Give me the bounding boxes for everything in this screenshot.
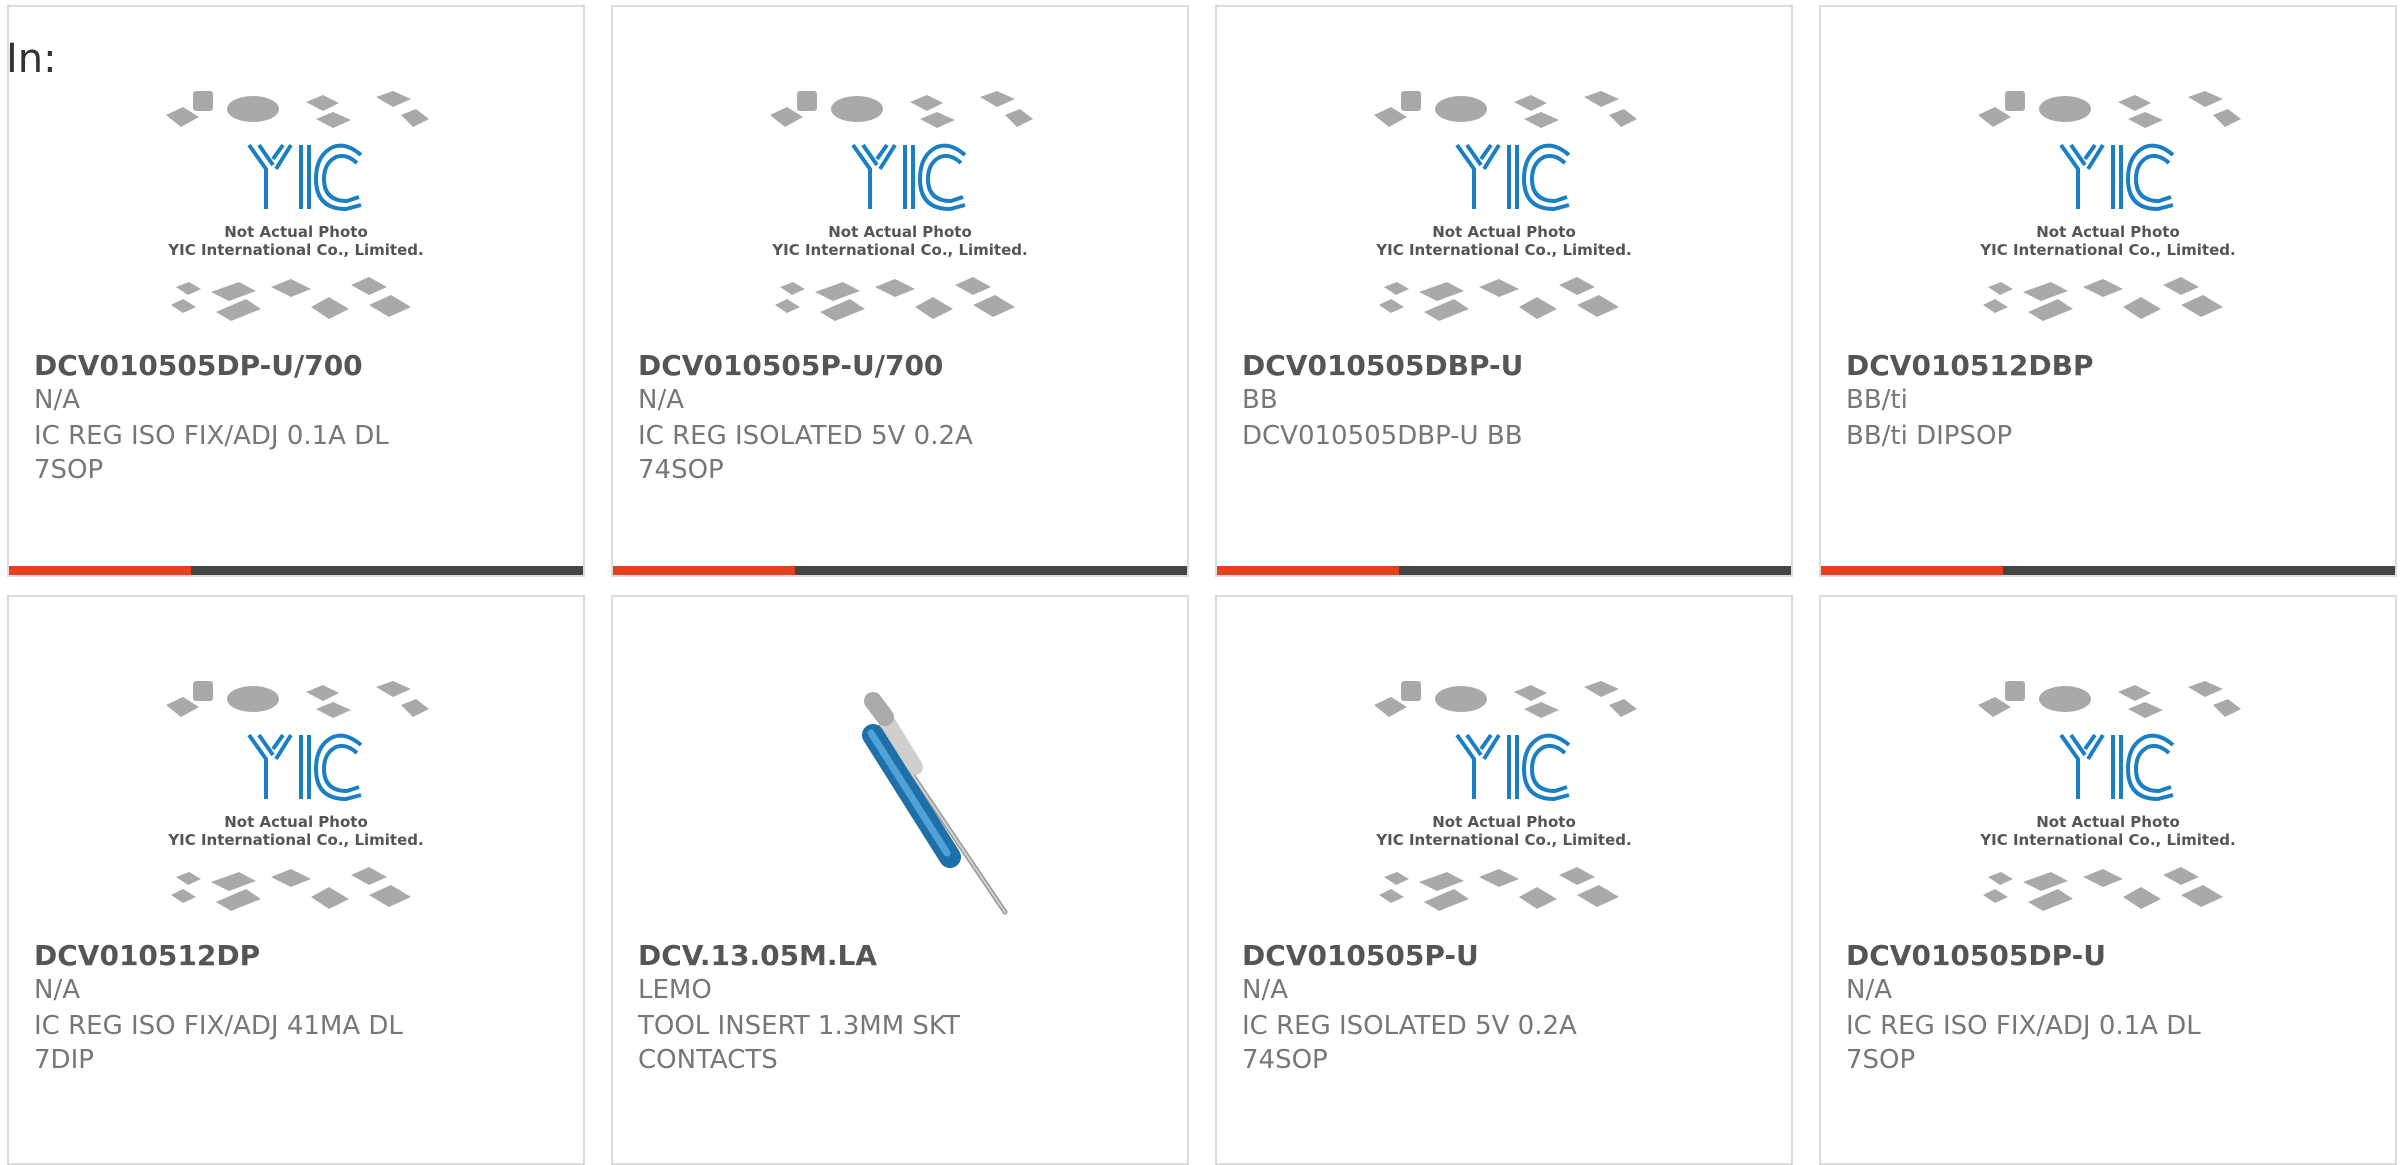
product-image[interactable]: Not Actual Photo YIC International Co., …: [9, 87, 583, 347]
product-card[interactable]: Not Actual Photo YIC International Co., …: [1819, 5, 2397, 577]
product-image[interactable]: Not Actual Photo YIC International Co., …: [9, 677, 583, 937]
product-image[interactable]: Not Actual Photo YIC International Co., …: [1217, 677, 1791, 937]
card-bar-accent: [9, 566, 191, 575]
product-manufacturer: BB: [1242, 385, 1278, 415]
svg-text:YIC International Co., Limited: YIC International Co., Limited.: [1375, 241, 1631, 259]
card-bar-accent: [613, 566, 795, 575]
product-card[interactable]: Not Actual Photo YIC International Co., …: [611, 5, 1189, 577]
product-card[interactable]: Not Actual Photo YIC International Co., …: [7, 595, 585, 1165]
product-description: IC REG ISO FIX/ADJ 0.1A DL 7SOP: [34, 421, 389, 485]
product-description: TOOL INSERT 1.3MM SKT CONTACTS: [638, 1011, 960, 1075]
product-image[interactable]: Not Actual Photo YIC International Co., …: [613, 87, 1187, 347]
product-manufacturer: N/A: [1242, 975, 1288, 1005]
product-grid: Not Actual Photo YIC International Co., …: [0, 0, 2400, 1165]
product-image[interactable]: Not Actual Photo YIC International Co., …: [1821, 87, 2395, 347]
product-description: IC REG ISO FIX/ADJ 41MA DL 7DIP: [34, 1011, 403, 1075]
product-title[interactable]: DCV010505DP-U/700: [34, 349, 363, 382]
product-title[interactable]: DCV010505P-U/700: [638, 349, 943, 382]
product-description: IC REG ISOLATED 5V 0.2A 74SOP: [638, 421, 973, 485]
card-bar: [613, 566, 1187, 575]
svg-text:YIC International Co., Limited: YIC International Co., Limited.: [167, 241, 423, 259]
product-image[interactable]: Not Actual Photo YIC International Co., …: [1821, 677, 2395, 937]
product-manufacturer: N/A: [638, 385, 684, 415]
svg-text:YIC International Co., Limited: YIC International Co., Limited.: [167, 831, 423, 849]
product-title[interactable]: DCV010505DBP-U: [1242, 349, 1523, 382]
product-image[interactable]: Not Actual Photo YIC International Co., …: [1217, 87, 1791, 347]
product-description: DCV010505DBP-U BB: [1242, 421, 1523, 451]
product-title[interactable]: DCV010512DBP: [1846, 349, 2093, 382]
product-title[interactable]: DCV010505DP-U: [1846, 939, 2106, 972]
product-title[interactable]: DCV010512DP: [34, 939, 260, 972]
product-description: IC REG ISOLATED 5V 0.2A 74SOP: [1242, 1011, 1577, 1075]
svg-text:Not Actual Photo: Not Actual Photo: [2036, 223, 2180, 241]
product-manufacturer: N/A: [34, 385, 80, 415]
svg-text:YIC International Co., Limited: YIC International Co., Limited.: [1375, 831, 1631, 849]
product-manufacturer: BB/ti: [1846, 385, 1908, 415]
product-manufacturer: N/A: [34, 975, 80, 1005]
product-card[interactable]: DCV.13.05M.LA LEMO TOOL INSERT 1.3MM SKT…: [611, 595, 1189, 1165]
card-bar-accent: [1217, 566, 1399, 575]
product-description: IC REG ISO FIX/ADJ 0.1A DL 7SOP: [1846, 1011, 2201, 1075]
svg-text:Not Actual Photo: Not Actual Photo: [1432, 813, 1576, 831]
card-bar-accent: [1821, 566, 2003, 575]
in-label: In:: [6, 36, 57, 82]
product-title[interactable]: DCV.13.05M.LA: [638, 939, 877, 972]
svg-text:Not Actual Photo: Not Actual Photo: [2036, 813, 2180, 831]
card-bar: [9, 566, 583, 575]
svg-text:Not Actual Photo: Not Actual Photo: [224, 223, 368, 241]
svg-text:YIC International Co., Limited: YIC International Co., Limited.: [1979, 831, 2235, 849]
product-description: BB/ti DIPSOP: [1846, 421, 2013, 451]
svg-text:YIC International Co., Limited: YIC International Co., Limited.: [1979, 241, 2235, 259]
product-card[interactable]: Not Actual Photo YIC International Co., …: [1819, 595, 2397, 1165]
svg-text:Not Actual Photo: Not Actual Photo: [1432, 223, 1576, 241]
product-card[interactable]: Not Actual Photo YIC International Co., …: [1215, 5, 1793, 577]
product-image[interactable]: [613, 677, 1187, 937]
product-card[interactable]: Not Actual Photo YIC International Co., …: [1215, 595, 1793, 1165]
svg-text:Not Actual Photo: Not Actual Photo: [224, 813, 368, 831]
svg-text:Not Actual Photo: Not Actual Photo: [828, 223, 972, 241]
product-card[interactable]: Not Actual Photo YIC International Co., …: [7, 5, 585, 577]
card-bar: [1821, 566, 2395, 575]
product-manufacturer: N/A: [1846, 975, 1892, 1005]
svg-text:YIC International Co., Limited: YIC International Co., Limited.: [771, 241, 1027, 259]
product-manufacturer: LEMO: [638, 975, 712, 1005]
card-bar: [1217, 566, 1791, 575]
product-title[interactable]: DCV010505P-U: [1242, 939, 1479, 972]
